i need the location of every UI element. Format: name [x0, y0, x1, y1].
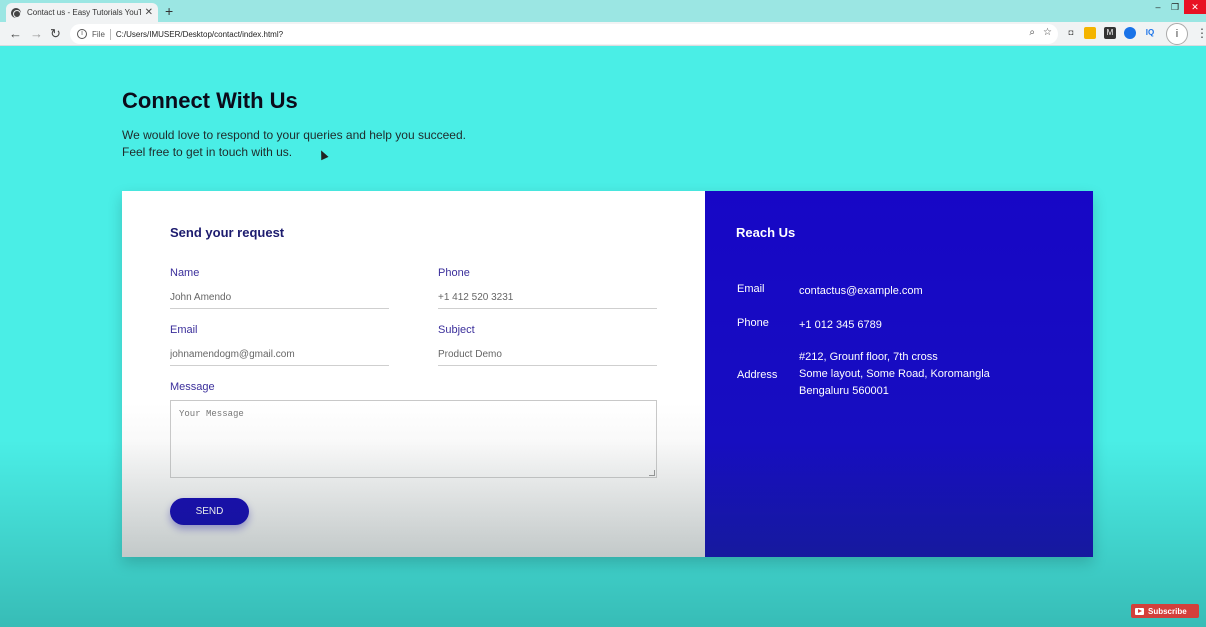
maximize-button[interactable]: ❐	[1167, 0, 1183, 14]
phone-field: Phone	[438, 267, 657, 309]
reach-phone-value: +1 012 345 6789	[799, 319, 882, 331]
address-bar[interactable]: i File C:/Users/IMUSER/Desktop/contact/i…	[70, 24, 1058, 44]
intro-line-2: Feel free to get in touch with us.	[122, 145, 293, 159]
browser-tab[interactable]: Contact us - Easy Tutorials YouTu ✕	[6, 3, 158, 22]
bell-extension-icon[interactable]	[1084, 27, 1096, 39]
forward-arrow-icon[interactable]: →	[30, 26, 43, 42]
window-close-button[interactable]: ✕	[1184, 0, 1206, 14]
page-title: Connect With Us	[122, 88, 298, 113]
subject-label: Subject	[438, 324, 475, 336]
subscribe-button[interactable]: Subscribe	[1131, 604, 1199, 618]
divider	[109, 28, 111, 40]
message-textarea[interactable]	[170, 400, 657, 478]
subject-input[interactable]	[438, 349, 657, 366]
send-button[interactable]: SEND	[170, 498, 249, 525]
profile-avatar-icon[interactable]: i	[1166, 23, 1188, 45]
minimize-button[interactable]: –	[1150, 0, 1166, 14]
globe-icon	[11, 7, 21, 18]
name-label: Name	[170, 267, 200, 279]
reach-address-key: Address	[737, 368, 778, 381]
info-icon[interactable]: i	[77, 29, 87, 39]
reach-address-row: Address #212, Grounf floor, 7th cross So…	[737, 349, 990, 400]
reach-phone-row: Phone +1 012 345 6789	[737, 317, 882, 334]
intro-line-1: We would love to respond to your queries…	[122, 128, 466, 142]
back-arrow-icon[interactable]: ←	[9, 26, 22, 42]
request-form: Send your request Name Phone Email Subje…	[122, 191, 705, 557]
reach-email-key: Email	[737, 283, 765, 295]
name-input[interactable]	[170, 292, 389, 309]
message-label: Message	[170, 381, 215, 393]
browser-toolbar: ← → ↻ i File C:/Users/IMUSER/Desktop/con…	[0, 22, 1206, 46]
tab-close-icon[interactable]: ✕	[145, 7, 153, 18]
new-tab-button[interactable]: +	[165, 3, 173, 19]
resize-handle-icon[interactable]	[649, 470, 655, 476]
reach-email-row: Email contactus@example.com	[737, 283, 923, 300]
reach-email-value: contactus@example.com	[799, 285, 923, 297]
intro-text: We would love to respond to your queries…	[122, 127, 466, 161]
kebab-menu-icon[interactable]: ⋮	[1196, 25, 1206, 41]
youtube-play-icon	[1135, 607, 1144, 615]
email-input[interactable]	[170, 349, 389, 366]
iq-extension-icon[interactable]: IQ	[1144, 27, 1156, 39]
email-field: Email	[170, 324, 389, 366]
bookmark-star-icon[interactable]: ☆	[1043, 27, 1052, 38]
phone-label: Phone	[438, 267, 470, 279]
zoom-icon[interactable]: ⌕	[1029, 27, 1035, 38]
reach-phone-key: Phone	[737, 317, 769, 329]
address-line-3: Bengaluru 560001	[799, 385, 889, 397]
email-label: Email	[170, 324, 198, 336]
subscribe-label: Subscribe	[1148, 606, 1187, 616]
reach-us-panel: Reach Us Email contactus@example.com Pho…	[705, 191, 1093, 557]
tab-title: Contact us - Easy Tutorials YouTu	[27, 8, 141, 17]
browser-tab-bar: Contact us - Easy Tutorials YouTu ✕ + – …	[0, 0, 1206, 22]
form-title: Send your request	[170, 225, 285, 240]
blue-extension-icon[interactable]	[1124, 27, 1136, 39]
phone-input[interactable]	[438, 292, 657, 309]
address-bar-actions: ⌕ ☆	[1029, 27, 1052, 38]
reach-us-title: Reach Us	[736, 225, 796, 240]
address-line-2: Some layout, Some Road, Koromangla	[799, 368, 990, 380]
reach-address-value: #212, Grounf floor, 7th cross Some layou…	[799, 349, 990, 400]
name-field: Name	[170, 267, 389, 309]
subject-field: Subject	[438, 324, 657, 366]
reload-icon[interactable]: ↻	[50, 26, 61, 42]
contact-card: Send your request Name Phone Email Subje…	[122, 191, 1093, 557]
address-line-1: #212, Grounf floor, 7th cross	[799, 351, 938, 363]
url-text[interactable]: C:/Users/IMUSER/Desktop/contact/index.ht…	[116, 30, 283, 39]
m-extension-icon[interactable]: M	[1104, 27, 1116, 39]
url-scheme: File	[92, 29, 105, 39]
camera-extension-icon[interactable]: ◘	[1065, 27, 1077, 39]
